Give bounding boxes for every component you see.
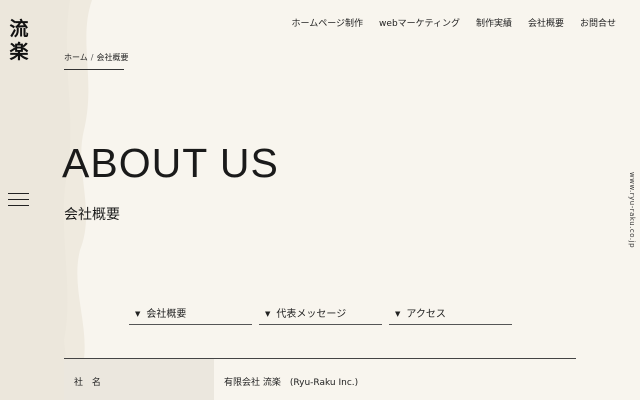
triangle-down-icon: ▼ — [395, 310, 401, 318]
nav-item-works[interactable]: 制作実績 — [476, 16, 512, 29]
global-nav: ホームページ制作 webマーケティング 制作実績 会社概要 お問合せ — [291, 16, 616, 29]
triangle-down-icon: ▼ — [135, 310, 141, 318]
logo-char-1: 流 — [9, 18, 29, 40]
anchor-links: ▼ 会社概要 ▼ 代表メッセージ ▼ アクセス — [129, 305, 512, 325]
anchor-link-access[interactable]: ▼ アクセス — [389, 305, 512, 325]
hamburger-icon[interactable] — [8, 193, 29, 207]
triangle-down-icon: ▼ — [265, 310, 271, 318]
page: 流 楽 ホームページ制作 webマーケティング 制作実績 会社概要 お問合せ ホ… — [0, 0, 640, 400]
anchor-link-message[interactable]: ▼ 代表メッセージ — [259, 305, 382, 325]
table-row-label: 社 名 — [74, 378, 104, 388]
anchor-link-label: アクセス — [406, 309, 446, 320]
side-url-text: www.ryu-raku.co.jp — [628, 172, 636, 249]
table-row-value: 有限会社 流楽 (Ryu-Raku Inc.) — [224, 378, 359, 388]
breadcrumb: ホーム / 会社概要 — [64, 52, 128, 70]
nav-item-homepage-production[interactable]: ホームページ制作 — [291, 16, 363, 29]
page-subtitle: 会社概要 — [64, 207, 120, 223]
breadcrumb-current: 会社概要 — [96, 53, 129, 62]
logo-char-2: 楽 — [9, 41, 29, 63]
nav-item-contact[interactable]: お問合せ — [580, 16, 616, 29]
page-title: ABOUT US — [62, 140, 279, 186]
breadcrumb-home[interactable]: ホーム — [64, 53, 88, 62]
logo[interactable]: 流 楽 — [6, 18, 32, 64]
anchor-link-label: 会社概要 — [146, 309, 187, 320]
anchor-link-label: 代表メッセージ — [276, 309, 347, 320]
nav-item-web-marketing[interactable]: webマーケティング — [379, 16, 460, 29]
breadcrumb-separator: / — [90, 53, 94, 62]
nav-item-company[interactable]: 会社概要 — [528, 16, 564, 29]
table-row-label-cell: 社 名 — [64, 359, 214, 400]
anchor-link-company[interactable]: ▼ 会社概要 — [129, 305, 252, 325]
